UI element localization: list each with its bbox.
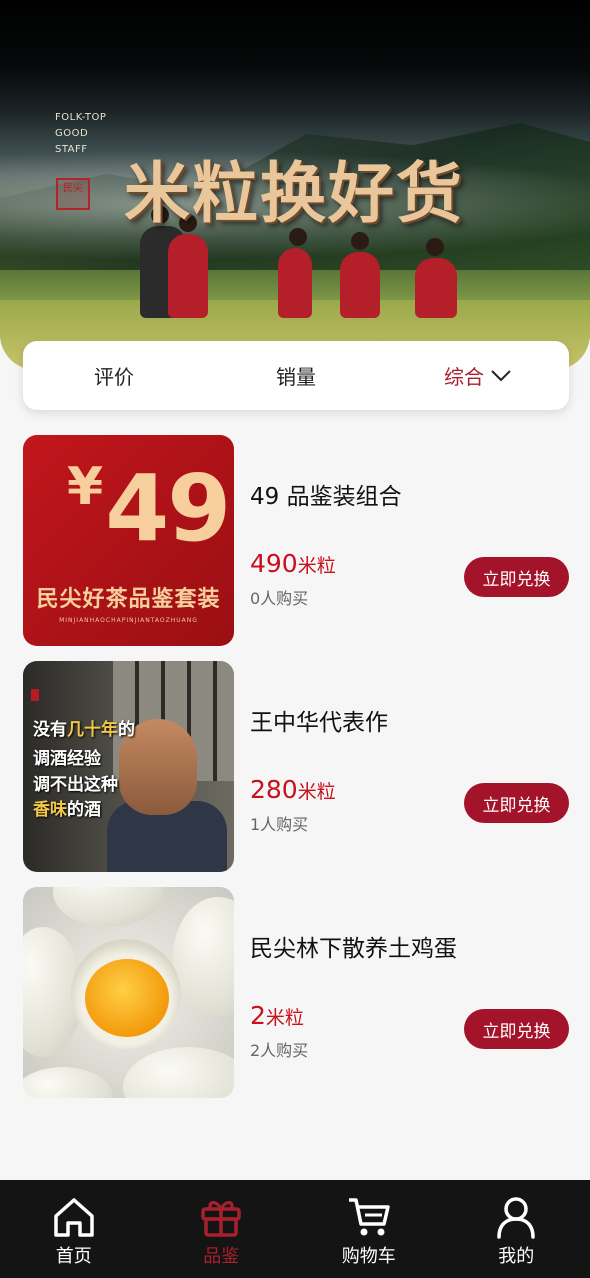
- egg: [23, 1067, 113, 1098]
- thumb-subtitle: 民尖好茶品鉴套装: [36, 587, 221, 612]
- caption-highlight: 香味: [33, 800, 67, 820]
- product-card[interactable]: ¥49 民尖好茶品鉴套装 MINJIANHAOCHAPINJIANTAOZHUA…: [23, 435, 569, 647]
- product-image[interactable]: [23, 887, 234, 1098]
- page: FOLK-TOP GOOD STAFF 民尖 米粒换好货 评价 销量 综合 ¥4…: [0, 0, 590, 1278]
- egg: [123, 1047, 234, 1098]
- product-name: 49 品鉴装组合: [250, 484, 402, 510]
- sort-by-comprehensive[interactable]: 综合: [387, 361, 569, 390]
- user-icon: [497, 1197, 535, 1239]
- price-value: 490: [250, 549, 298, 578]
- cart-icon: [348, 1198, 390, 1236]
- caption-highlight: 几十年: [67, 720, 118, 740]
- product-price: 280米粒: [250, 775, 336, 804]
- thumb-caption-line: 没有几十年的: [33, 715, 135, 740]
- yen-symbol: ¥: [67, 457, 103, 517]
- thumb-price: ¥49: [67, 455, 231, 562]
- nav-item-cart[interactable]: 购物车: [295, 1180, 443, 1278]
- nav-item-tasting[interactable]: 品鉴: [148, 1180, 296, 1278]
- brand-line: FOLK-TOP: [55, 112, 107, 123]
- product-card[interactable]: 没有几十年的 调酒经验 调不出这种 香味的酒 王中华代表作 280米粒 1人购买…: [23, 661, 569, 873]
- product-card[interactable]: 民尖林下散养土鸡蛋 2米粒 2人购买 立即兑换: [23, 887, 569, 1099]
- redeem-button[interactable]: 立即兑换: [464, 557, 569, 597]
- price-unit: 米粒: [265, 1007, 304, 1029]
- hiker-figure: [278, 228, 312, 318]
- nav-label: 首页: [55, 1246, 92, 1267]
- hiker-figure: [168, 214, 208, 318]
- nav-label: 我的: [498, 1246, 535, 1267]
- price-unit: 米粒: [297, 555, 336, 577]
- redeem-button[interactable]: 立即兑换: [464, 783, 569, 823]
- nav-item-home[interactable]: 首页: [0, 1180, 148, 1278]
- thumb-pinyin: MINJIANHAOCHAPINJIANTAOZHUANG: [59, 617, 198, 624]
- caption-text: 没有: [33, 720, 67, 740]
- caption-text: 的: [118, 720, 135, 740]
- brand-line: STAFF: [55, 144, 88, 155]
- sold-count: 2人购买: [250, 1041, 309, 1060]
- thumb-caption-line: 香味的酒: [33, 795, 101, 820]
- gift-icon: [201, 1201, 241, 1237]
- thumb-price-number: 49: [105, 455, 231, 562]
- price-value: 280: [250, 775, 298, 804]
- thumb-caption-line: 调酒经验: [33, 744, 101, 769]
- nav-item-mine[interactable]: 我的: [443, 1180, 590, 1278]
- redeem-button[interactable]: 立即兑换: [464, 1009, 569, 1049]
- chevron-down-icon: [491, 369, 511, 381]
- egg: [53, 887, 163, 927]
- product-image[interactable]: ¥49 民尖好茶品鉴套装 MINJIANHAOCHAPINJIANTAOZHUA…: [23, 435, 234, 646]
- product-name: 民尖林下散养土鸡蛋: [250, 936, 457, 962]
- brand-seal: 民尖: [56, 178, 90, 210]
- thumb-caption-line: 调不出这种: [33, 770, 118, 795]
- caption-text: 的酒: [67, 800, 101, 820]
- bottom-nav: 首页 品鉴 购物车 我的: [0, 1180, 590, 1278]
- sold-count: 1人购买: [250, 815, 309, 834]
- red-mark: [31, 689, 39, 701]
- sort-label: 销量: [276, 365, 316, 389]
- product-price: 2米粒: [250, 1001, 304, 1030]
- hiker-figure: [340, 232, 380, 318]
- sort-label: 评价: [94, 365, 134, 389]
- sort-label: 综合: [444, 365, 484, 389]
- nav-label: 购物车: [341, 1246, 396, 1267]
- hero-banner: FOLK-TOP GOOD STAFF 民尖 米粒换好货: [0, 0, 590, 370]
- price-value: 2: [250, 1001, 266, 1030]
- price-unit: 米粒: [297, 781, 336, 803]
- brand-line: GOOD: [55, 128, 89, 139]
- sort-by-sales[interactable]: 销量: [205, 361, 387, 390]
- egg: [173, 897, 234, 1017]
- caption-text: 调不出这种: [33, 775, 118, 795]
- home-icon: [54, 1198, 94, 1237]
- egg-yolk: [85, 959, 169, 1037]
- caption-text: 调酒经验: [33, 749, 101, 769]
- sold-count: 0人购买: [250, 589, 309, 608]
- nav-label: 品鉴: [203, 1246, 240, 1267]
- sort-by-rating[interactable]: 评价: [23, 361, 205, 390]
- sort-bar: 评价 销量 综合: [23, 341, 569, 410]
- product-image[interactable]: 没有几十年的 调酒经验 调不出这种 香味的酒: [23, 661, 234, 872]
- banner-title: 米粒换好货: [124, 154, 464, 232]
- product-name: 王中华代表作: [250, 710, 388, 736]
- hiker-figure: [415, 238, 457, 318]
- product-price: 490米粒: [250, 549, 336, 578]
- brand-tagline: FOLK-TOP GOOD STAFF: [55, 110, 106, 158]
